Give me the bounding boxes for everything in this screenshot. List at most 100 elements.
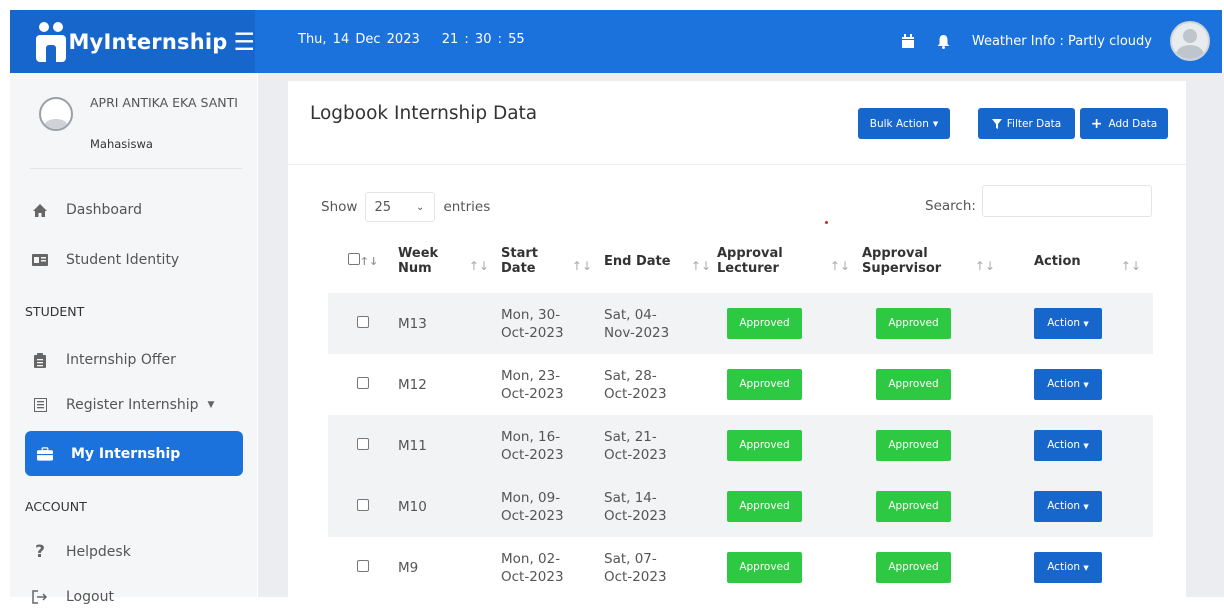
sidebar-item-logout[interactable]: Logout [10, 585, 257, 609]
card-divider [288, 164, 1186, 165]
date-part: Mon, 02- [501, 550, 561, 567]
action-label: Action [1047, 439, 1081, 451]
header-label: Week [398, 246, 439, 261]
bulk-action-label: Bulk Action [869, 117, 929, 130]
date-part: Sat, 21- [604, 428, 657, 445]
header-label: Start [501, 246, 538, 261]
entries-select-value: 25 [374, 199, 391, 215]
row-checkbox[interactable] [357, 437, 369, 450]
user-profile: APRI ANTIKA EKA SANTI Mahasiswa [35, 93, 245, 173]
entries-select[interactable]: 25 ⌄ [365, 192, 436, 222]
row-action-button[interactable]: Action ▼ [1034, 552, 1102, 583]
sidebar-item-helpdesk[interactable]: ? Helpdesk [10, 540, 257, 564]
action-cell: Action ▼ [1007, 537, 1153, 598]
caret-down-icon: ▼ [1083, 564, 1089, 572]
brand[interactable]: MyInternship ☰ [10, 10, 255, 73]
bulk-action-button[interactable]: Bulk Action ▼ [858, 108, 950, 139]
sidebar-item-label: Internship Offer [66, 352, 176, 368]
lecturer-approval-cell: Approved [717, 476, 862, 537]
action-label: Action [1047, 561, 1081, 573]
select-all-checkbox[interactable] [347, 253, 360, 265]
sidebar-item-dashboard[interactable]: Dashboard [10, 198, 257, 222]
sidebar-item-internship-offer[interactable]: Internship Offer [10, 348, 257, 372]
action-cell: Action ▼ [1007, 415, 1153, 476]
search-input[interactable] [982, 185, 1152, 217]
sidebar-item-label: Student Identity [66, 252, 180, 268]
date-part: Sat, 07- [604, 550, 657, 567]
table-row: M9 Mon, 02- Oct-2023 Sat, 07- Oct-2023 App… [328, 537, 1153, 598]
row-action-button[interactable]: Action ▼ [1034, 430, 1102, 461]
plus-icon: + [1090, 115, 1103, 132]
sidebar-item-student-identity[interactable]: Student Identity [10, 248, 257, 272]
header-date: Thu, 14 Dec 2023 [298, 32, 420, 47]
action-header[interactable]: Action ↑↓ [1007, 229, 1153, 293]
end-date-cell: Sat, 04- Nov-2023 [604, 293, 717, 354]
sort-icon: ↑↓ [359, 255, 379, 268]
main-content: Logbook Internship Data Bulk Action ▼ Fil… [258, 73, 1224, 597]
calendar-icon[interactable] [901, 33, 915, 49]
caret-down-icon: ▼ [1083, 320, 1089, 328]
sort-icon: ↑↓ [1120, 259, 1141, 273]
header-label: Lecturer [717, 261, 779, 276]
row-checkbox[interactable] [357, 498, 369, 511]
date-part: Oct-2023 [501, 507, 564, 524]
briefcase-icon [37, 446, 53, 461]
sort-icon: ↑↓ [974, 259, 995, 273]
row-action-button[interactable]: Action ▼ [1034, 491, 1102, 522]
profile-role: Mahasiswa [90, 137, 153, 151]
date-part: Oct-2023 [501, 446, 564, 463]
sidebar-item-register-internship[interactable]: Register Internship ▼ [10, 393, 257, 417]
approved-badge: Approved [727, 369, 802, 400]
sidebar-item-my-internship[interactable]: My Internship [25, 431, 243, 476]
week-num-header[interactable]: Week Num ↑↓ [398, 229, 501, 293]
row-action-button[interactable]: Action ▼ [1034, 308, 1102, 339]
start-date-header[interactable]: Start Date ↑↓ [501, 229, 604, 293]
header-label: Approval [717, 246, 783, 261]
caret-down-icon: ▼ [1083, 503, 1089, 511]
week-cell: M9 [398, 559, 419, 576]
id-card-icon [32, 254, 48, 266]
date-part: Mon, 09- [501, 489, 561, 506]
row-checkbox[interactable] [357, 376, 369, 389]
supervisor-approval-cell: Approved [862, 415, 1007, 476]
user-avatar[interactable] [1170, 21, 1210, 61]
table-row: M12 Mon, 23- Oct-2023 Sat, 28- Oct-2023 Ap… [328, 354, 1153, 415]
hamburger-menu-icon[interactable]: ☰ [233, 30, 255, 54]
bell-icon[interactable] [937, 34, 950, 49]
start-date-cell: Mon, 23- Oct-2023 [501, 354, 604, 415]
app-logo-icon [36, 21, 66, 62]
header-label: End Date [604, 253, 671, 269]
row-select-cell [328, 415, 398, 476]
week-cell: M10 [398, 476, 501, 537]
show-label: Show [321, 199, 358, 215]
row-action-button[interactable]: Action ▼ [1034, 369, 1102, 400]
date-part: Oct-2023 [604, 568, 667, 585]
chevron-down-icon: ⌄ [416, 201, 425, 213]
sidebar-item-label: Logout [66, 589, 114, 605]
approved-badge: Approved [876, 491, 951, 522]
red-dot-marker [825, 221, 828, 224]
approval-lecturer-header[interactable]: Approval Lecturer ↑↓ [717, 229, 862, 293]
form-icon [32, 398, 48, 412]
approved-badge: Approved [727, 491, 802, 522]
row-checkbox[interactable] [357, 559, 369, 572]
start-date-cell: Mon, 16- Oct-2023 [501, 415, 604, 476]
start-date-cell: Mon, 02- Oct-2023 [501, 537, 604, 598]
approved-badge: Approved [876, 552, 951, 583]
sidebar-item-label: Register Internship [66, 397, 199, 413]
header-right: Weather Info : Partly cloudy [901, 20, 1210, 62]
date-part: Sat, 14- [604, 489, 657, 506]
approval-supervisor-header[interactable]: Approval Supervisor ↑↓ [862, 229, 1007, 293]
supervisor-approval-cell: Approved [862, 476, 1007, 537]
approved-badge: Approved [727, 308, 802, 339]
header-label: Action [1034, 253, 1081, 269]
sidebar-item-label: Dashboard [66, 202, 142, 218]
approved-badge: Approved [727, 552, 802, 583]
end-date-cell: Sat, 07- Oct-2023 [604, 537, 717, 598]
add-data-button[interactable]: + Add Data [1080, 108, 1168, 139]
filter-data-button[interactable]: Filter Data [978, 108, 1075, 139]
date-part: Mon, 23- [501, 367, 561, 384]
row-checkbox[interactable] [357, 315, 369, 328]
logout-icon [32, 590, 48, 604]
end-date-header[interactable]: End Date ↑↓ [604, 229, 717, 293]
